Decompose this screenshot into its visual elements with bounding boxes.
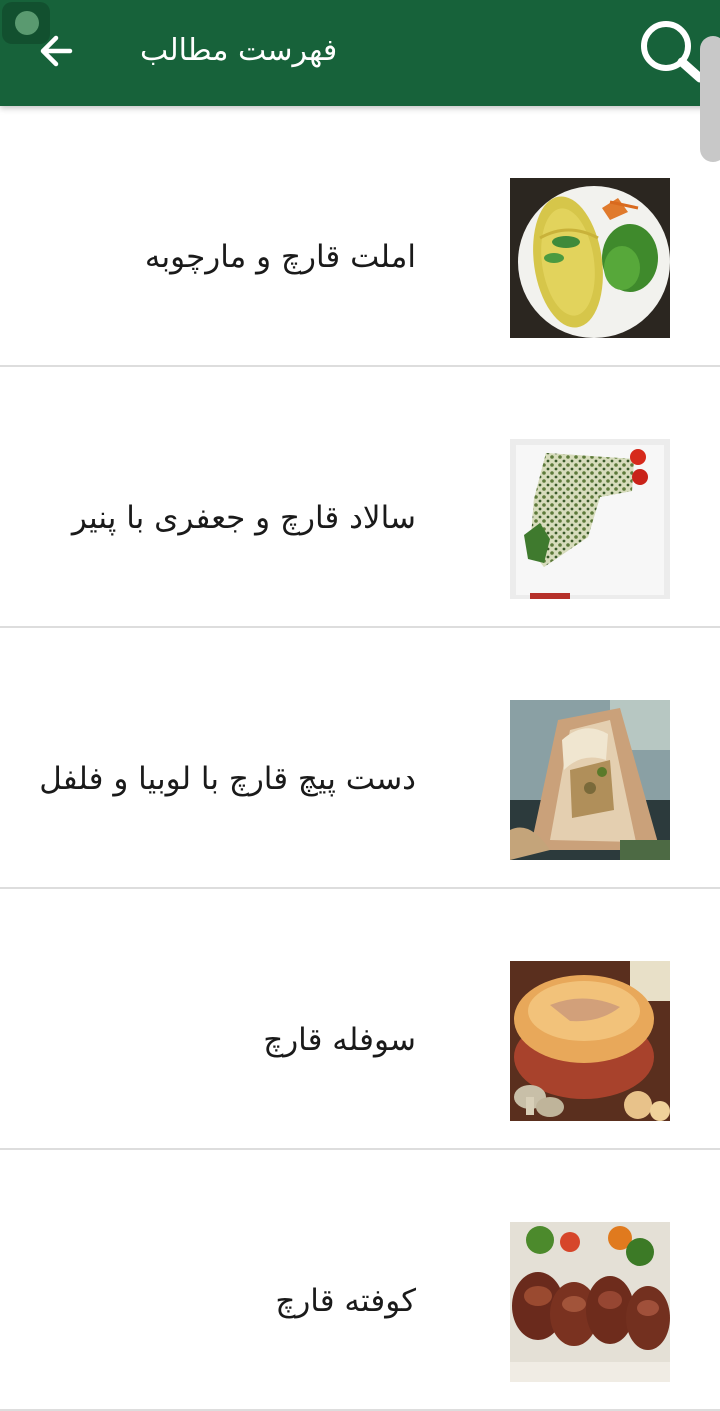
recipe-title: دست پیچ قارچ با لوبیا و فلفل <box>39 761 416 797</box>
search-icon <box>641 21 705 83</box>
recipe-title: سالاد قارچ و جعفری با پنیر <box>71 500 416 536</box>
app-bar: فهرست مطالب <box>0 0 720 106</box>
list-item[interactable]: دست پیچ قارچ با لوبیا و فلفل <box>0 628 720 889</box>
omelette-image <box>510 178 670 338</box>
back-button[interactable] <box>34 28 80 74</box>
list-item[interactable]: سوفله قارچ <box>0 889 720 1150</box>
souffle-image <box>510 961 670 1121</box>
page-title: فهرست مطالب <box>140 33 338 68</box>
fast-scroll-handle[interactable] <box>700 36 720 162</box>
meatball-image <box>510 1222 670 1382</box>
recipe-title: سوفله قارچ <box>263 1022 416 1058</box>
arrow-left-icon <box>40 35 73 67</box>
wrap-image <box>510 700 670 860</box>
recipe-title: املت قارچ و مارچوبه <box>144 239 416 275</box>
recipe-title: کوفته قارچ <box>275 1283 416 1319</box>
list-item[interactable]: کوفته قارچ <box>0 1150 720 1411</box>
list-item[interactable]: املت قارچ و مارچوبه <box>0 106 720 417</box>
recipe-list: املت قارچ و مارچوبه سالاد قارچ و جعفری ب… <box>0 106 720 1411</box>
list-item[interactable]: سالاد قارچ و جعفری با پنیر <box>0 367 720 628</box>
salad-image <box>510 439 670 599</box>
search-button[interactable] <box>636 16 708 88</box>
